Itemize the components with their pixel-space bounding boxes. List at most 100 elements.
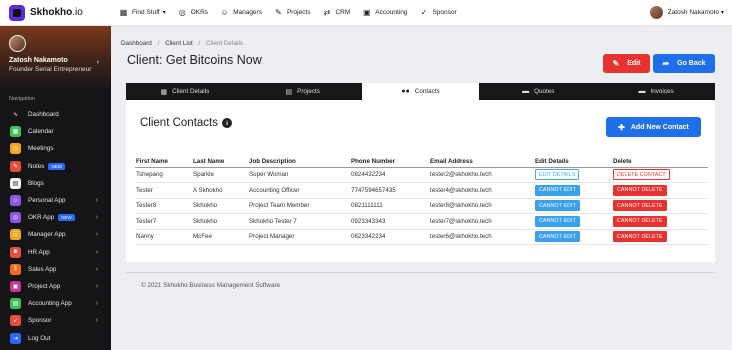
project-icon: ▣ (10, 280, 21, 292)
sidebar-item-blogs[interactable]: ▤ Blogs (0, 175, 111, 192)
nav-find-stuff[interactable]: ▦ Find Stuff ▾ (119, 8, 166, 17)
cell-phone: 0824432234 (350, 167, 429, 183)
cell-delete: CANNOT DELETE (612, 198, 708, 214)
cell-job: Skhokho Tester 7 (248, 213, 350, 230)
sidebar-item-label: Manager App (28, 231, 66, 239)
nav-okrs[interactable]: ◎ OKRs (178, 8, 208, 17)
column-header: Phone Number (350, 156, 429, 168)
new-badge: NEW (48, 162, 65, 170)
add-new-contact-button[interactable]: ✚ Add New Contact (606, 117, 701, 137)
column-header: Job Description (248, 156, 350, 168)
tab-label: Client Details (172, 88, 210, 95)
cell-first: Tester7 (135, 213, 192, 230)
tab-invoices[interactable]: ▬ Invoices (597, 83, 715, 100)
cell-last: Sparkle (192, 167, 248, 183)
cell-phone: 7747594657435 (350, 182, 429, 199)
breadcrumb-sep: / (198, 40, 201, 47)
tab-label: Projects (297, 88, 320, 95)
table-row: Tester8 Skhokho Project Team Member 0821111… (135, 198, 708, 214)
brand-logo-icon (9, 4, 25, 21)
column-header: First Name (135, 156, 192, 168)
sidebar-item-project-app[interactable]: ▣ Project App › (0, 278, 111, 295)
avatar (649, 6, 663, 19)
nav-sponsor[interactable]: ✓ Sponsor (419, 8, 457, 17)
nav-accounting[interactable]: ▣ Accounting (362, 8, 407, 17)
info-icon[interactable]: i (221, 118, 232, 128)
cell-job: Project Manager (248, 229, 350, 245)
edit-details-button[interactable]: EDIT DETAILS (535, 169, 580, 181)
sidebar-item-meetings[interactable]: ◷ Meetings (0, 140, 111, 157)
money-bill-icon: ▬ (638, 88, 646, 95)
sidebar-item-sponsor[interactable]: ➶ Sponsor › (0, 312, 111, 329)
nav-projects[interactable]: ✎ Projects (274, 8, 310, 17)
sidebar-item-sales-app[interactable]: $ Sales App › (0, 261, 111, 278)
tab-bar: ▦ Client Details ▤ Projects ●● Contacts ▬ Qu… (126, 83, 715, 100)
cannot-delete-button[interactable]: CANNOT DELETE (613, 184, 667, 196)
cell-first: Tshepang (135, 167, 192, 183)
tab-quotes[interactable]: ▬ Quotes (479, 83, 597, 100)
cell-job: Accounting Officer (248, 182, 350, 199)
contacts-heading: Client Contacts i (140, 117, 232, 129)
manager-icon: ☰ (10, 229, 21, 241)
breadcrumb-client-list[interactable]: Client List (165, 40, 193, 47)
tab-contacts[interactable]: ●● Contacts (361, 83, 480, 100)
user-menu[interactable]: Zatosh Nakamoto ▾ (649, 6, 724, 19)
breadcrumb-dashboard[interactable]: Dashboard (121, 40, 152, 47)
cell-last: A Skhokho (192, 182, 248, 199)
sidebar-item-hr-app[interactable]: ☻ HR App › (0, 244, 111, 261)
cell-email: tester2@skhokho.tech (429, 167, 534, 183)
cell-job: Super Woman (248, 167, 350, 183)
sidebar-item-notes[interactable]: ✎ Notes NEW (0, 158, 111, 175)
column-header: Email Address (429, 156, 534, 168)
sidebar-item-label: Personal App (28, 197, 66, 205)
sidebar-item-accounting-app[interactable]: ▤ Accounting App › (0, 295, 111, 312)
cell-delete: CANNOT DELETE (612, 182, 708, 199)
calendar-icon: ▦ (10, 126, 21, 138)
cannot-edit-button[interactable]: CANNOT EDIT (535, 184, 580, 196)
table-row: Tshepang Sparkle Super Woman 0824432234 test… (135, 167, 708, 183)
cannot-edit-button[interactable]: CANNOT EDIT (535, 215, 580, 227)
breadcrumb-current: Client Details (205, 40, 244, 47)
cannot-edit-button[interactable]: CANNOT EDIT (535, 200, 580, 212)
tab-projects[interactable]: ▤ Projects (244, 83, 362, 100)
cannot-delete-button[interactable]: CANNOT DELETE (613, 231, 667, 243)
user-name: Zatosh Nakamoto (667, 9, 719, 16)
nav-label: Find Stuff (132, 9, 160, 16)
cannot-delete-button[interactable]: CANNOT DELETE (613, 200, 667, 212)
clipboard-icon: ▤ (285, 88, 293, 96)
go-back-button[interactable]: ➦ Go Back (653, 54, 715, 73)
sidebar-item-okr-app[interactable]: ◎ OKR App NEW › (0, 209, 111, 226)
go-back-button-label: Go Back (677, 60, 706, 67)
sidebar-item-manager-app[interactable]: ☰ Manager App › (0, 226, 111, 243)
sidebar-profile[interactable]: Zatosh Nakamoto Founder Serial Entrepren… (0, 26, 111, 88)
sidebar-item-dashboard[interactable]: ∿ Dashboard (0, 106, 111, 123)
edit-button[interactable]: ✎ Edit (603, 54, 650, 73)
sidebar-item-log-out[interactable]: ⇥ Log Out (0, 329, 111, 346)
sidebar-item-label: Meetings (28, 145, 54, 153)
delete-contact-button[interactable]: DELETE CONTACT (613, 169, 670, 181)
sidebar-item-personal-app[interactable]: ☺ Personal App › (0, 192, 111, 209)
brand[interactable]: Skhokho.io (0, 0, 111, 26)
cell-phone: 0821111111 (350, 198, 429, 214)
profile-name: Zatosh Nakamoto (9, 57, 68, 64)
tab-client-details[interactable]: ▦ Client Details (126, 83, 244, 100)
sidebar-item-label: Notes (28, 162, 45, 170)
cannot-edit-button[interactable]: CANNOT EDIT (535, 231, 580, 243)
table-row: Tester A Skhokho Accounting Officer 7747594… (135, 182, 708, 199)
share-arrow-icon: ➦ (662, 59, 670, 68)
sidebar-item-calendar[interactable]: ▦ Calendar (0, 123, 111, 140)
table-icon: ▦ (160, 88, 168, 96)
column-header: Last Name (192, 156, 248, 168)
users-icon: ●● (401, 88, 410, 95)
sidebar-item-label: Calendar (28, 128, 54, 136)
chevron-right-icon: › (95, 248, 98, 256)
nav-crm[interactable]: ⇄ CRM (322, 8, 351, 17)
column-header: Edit Details (534, 156, 612, 168)
cannot-delete-button[interactable]: CANNOT DELETE (613, 215, 667, 227)
nav-managers[interactable]: ☺ Managers (220, 8, 262, 17)
cell-email: tester6@skhokho.tech (429, 229, 534, 245)
sidebar-item-label: Log Out (28, 334, 51, 342)
breadcrumb-sep: / (157, 40, 160, 47)
check-circle-icon: ✓ (420, 8, 428, 17)
edit-icon: ✎ (275, 8, 282, 17)
